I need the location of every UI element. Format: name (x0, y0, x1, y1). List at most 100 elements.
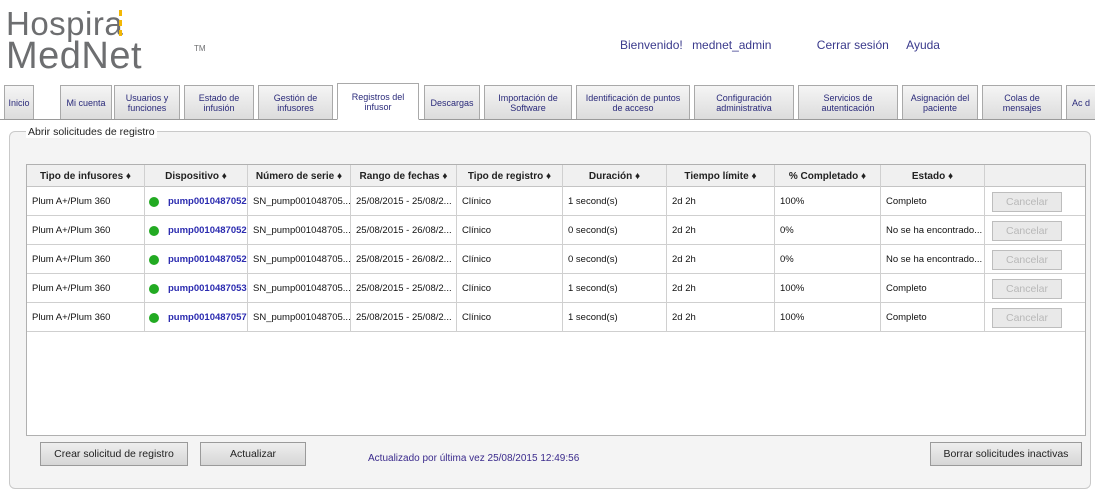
clear-inactive-requests-button[interactable]: Borrar solicitudes inactivas (930, 442, 1082, 466)
device-link[interactable]: pump0010487052 (168, 196, 247, 207)
cell-tiempo-limite: 2d 2h (667, 187, 775, 216)
col-rango-fechas[interactable]: Rango de fechas ♦ (351, 165, 457, 187)
cancel-button[interactable]: Cancelar (992, 191, 1062, 212)
cell-dispositivo[interactable]: pump0010487052 (145, 187, 248, 216)
cell-fechas: 25/08/2015 - 26/08/2... (351, 245, 457, 274)
device-link[interactable]: pump0010487057 (168, 312, 247, 323)
device-link[interactable]: pump0010487052 (168, 254, 247, 265)
cancel-button[interactable]: Cancelar (992, 307, 1062, 328)
col-estado[interactable]: Estado ♦ (881, 165, 985, 187)
cell-dispositivo[interactable]: pump0010487052 (145, 216, 248, 245)
col-dispositivo[interactable]: Dispositivo ♦ (145, 165, 248, 187)
hospira-mednet-logo: Hospira MedNet TM (6, 6, 216, 77)
tab-inicio[interactable]: Inicio (4, 85, 34, 119)
logout-link[interactable]: Cerrar sesión (817, 38, 889, 52)
cell-tipo: Plum A+/Plum 360 (27, 303, 145, 332)
cell-dispositivo[interactable]: pump0010487057 (145, 303, 248, 332)
create-log-request-button[interactable]: Crear solicitud de registro (40, 442, 188, 466)
col-tipo-registro[interactable]: Tipo de registro ♦ (457, 165, 563, 187)
col-tiempo-limite[interactable]: Tiempo límite ♦ (667, 165, 775, 187)
table-row: Plum A+/Plum 360 pump0010487052 SN_pump0… (27, 245, 1085, 274)
cell-tipo-registro: Clínico (457, 303, 563, 332)
top-links: Bienvenido! mednet_admin Cerrar sesión A… (620, 38, 940, 52)
cell-serie: SN_pump001048705... (248, 216, 351, 245)
cell-estado: Completo (881, 274, 985, 303)
cell-tipo: Plum A+/Plum 360 (27, 187, 145, 216)
tab-descargas[interactable]: Descargas (424, 85, 480, 119)
col-tipo-infusores[interactable]: Tipo de infusores ♦ (27, 165, 145, 187)
cell-dispositivo[interactable]: pump0010487052 (145, 245, 248, 274)
table-row: Plum A+/Plum 360 pump0010487052 SN_pump0… (27, 187, 1085, 216)
cell-tipo-registro: Clínico (457, 216, 563, 245)
panel-legend: Abrir solicitudes de registro (26, 126, 157, 138)
cell-duracion: 1 second(s) (563, 274, 667, 303)
cell-serie: SN_pump001048705... (248, 187, 351, 216)
tab-usuarios-funciones[interactable]: Usuarios y funciones (114, 85, 180, 119)
status-dot-icon (149, 254, 159, 265)
cell-accion: Cancelar (985, 245, 1087, 274)
status-dot-icon (149, 225, 159, 236)
cell-completado: 0% (775, 216, 881, 245)
cell-accion: Cancelar (985, 187, 1087, 216)
tab-estado-infusion[interactable]: Estado de infusión (184, 85, 254, 119)
cell-duracion: 1 second(s) (563, 303, 667, 332)
cell-completado: 100% (775, 274, 881, 303)
tab-mi-cuenta[interactable]: Mi cuenta (60, 85, 112, 119)
cell-estado: Completo (881, 187, 985, 216)
cell-duracion: 0 second(s) (563, 245, 667, 274)
help-link[interactable]: Ayuda (906, 38, 940, 52)
tab-registros-infusor[interactable]: Registros del infusor (337, 83, 419, 120)
cell-accion: Cancelar (985, 274, 1087, 303)
last-updated-text: Actualizado por última vez 25/08/2015 12… (368, 453, 580, 464)
cell-estado: No se ha encontrado... (881, 245, 985, 274)
cell-tipo: Plum A+/Plum 360 (27, 245, 145, 274)
cell-completado: 100% (775, 303, 881, 332)
cell-fechas: 25/08/2015 - 25/08/2... (351, 187, 457, 216)
cell-tiempo-limite: 2d 2h (667, 216, 775, 245)
logo-trademark: TM (194, 44, 206, 53)
col-numero-serie[interactable]: Número de serie ♦ (248, 165, 351, 187)
tab-asignacion-paciente[interactable]: Asignación del paciente (902, 85, 978, 119)
cell-accion: Cancelar (985, 303, 1087, 332)
welcome-text: Bienvenido! (620, 38, 683, 52)
cell-fechas: 25/08/2015 - 25/08/2... (351, 274, 457, 303)
table-header: Tipo de infusores ♦ Dispositivo ♦ Número… (27, 165, 1085, 187)
cancel-button[interactable]: Cancelar (992, 249, 1062, 270)
tab-colas-mensajes[interactable]: Colas de mensajes (982, 85, 1062, 119)
refresh-button[interactable]: Actualizar (200, 442, 306, 466)
cancel-button[interactable]: Cancelar (992, 278, 1062, 299)
cell-fechas: 25/08/2015 - 26/08/2... (351, 216, 457, 245)
tab-configuracion-administrativa[interactable]: Configuración administrativa (694, 85, 794, 119)
cell-tipo: Plum A+/Plum 360 (27, 216, 145, 245)
col-completado[interactable]: % Completado ♦ (775, 165, 881, 187)
cell-completado: 100% (775, 187, 881, 216)
tab-importacion-software[interactable]: Importación de Software (484, 85, 572, 119)
username-text: mednet_admin (692, 38, 772, 52)
status-dot-icon (149, 196, 159, 207)
tab-identificacion-puntos-acceso[interactable]: Identificación de puntos de acceso (576, 85, 690, 119)
cell-estado: No se ha encontrado... (881, 216, 985, 245)
cell-dispositivo[interactable]: pump0010487053 (145, 274, 248, 303)
cell-tiempo-limite: 2d 2h (667, 303, 775, 332)
table-row: Plum A+/Plum 360 pump0010487057 SN_pump0… (27, 303, 1085, 332)
logo-line2: MedNet (6, 35, 143, 77)
logo-accent-bar (119, 10, 122, 36)
tab-servicios-autenticacion[interactable]: Servicios de autenticación (798, 85, 898, 119)
col-duracion[interactable]: Duración ♦ (563, 165, 667, 187)
col-acciones (985, 165, 1087, 187)
cell-fechas: 25/08/2015 - 25/08/2... (351, 303, 457, 332)
cell-duracion: 1 second(s) (563, 187, 667, 216)
tab-gestion-infusores[interactable]: Gestión de infusores (258, 85, 333, 119)
cell-accion: Cancelar (985, 216, 1087, 245)
cancel-button[interactable]: Cancelar (992, 220, 1062, 241)
cell-tipo-registro: Clínico (457, 245, 563, 274)
device-link[interactable]: pump0010487053 (168, 283, 247, 294)
cell-serie: SN_pump001048705... (248, 303, 351, 332)
cell-serie: SN_pump001048705... (248, 245, 351, 274)
tab-overflow[interactable]: Ac d (1066, 85, 1095, 119)
cell-tipo-registro: Clínico (457, 187, 563, 216)
cell-tipo: Plum A+/Plum 360 (27, 274, 145, 303)
device-link[interactable]: pump0010487052 (168, 225, 247, 236)
cell-tipo-registro: Clínico (457, 274, 563, 303)
main-tab-bar: Inicio Mi cuenta Usuarios y funciones Es… (0, 83, 1095, 120)
